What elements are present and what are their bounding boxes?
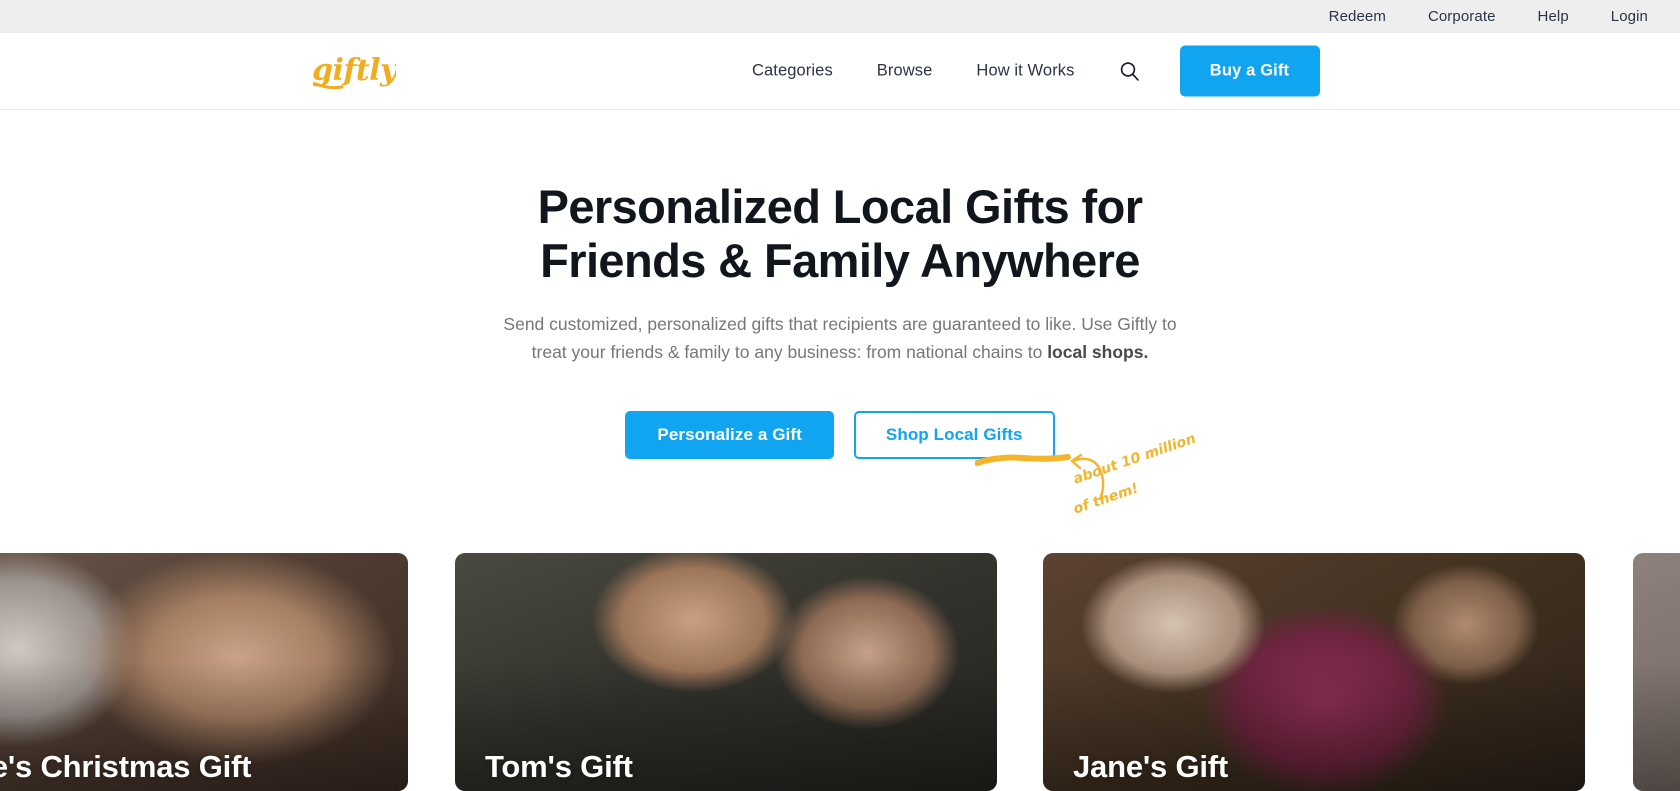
page-title: Personalized Local Gifts for Friends & F… — [0, 180, 1680, 287]
gift-card-overlay — [1633, 553, 1680, 791]
topbar-link-group: Redeem Corporate Help Login — [1329, 8, 1648, 25]
topbar-link-corporate[interactable]: Corporate — [1428, 8, 1496, 25]
hero-title-line-2: Friends & Family Anywhere — [540, 233, 1140, 287]
giftly-logo-icon: giftly — [312, 53, 401, 90]
gift-card-janes-christmas-gift[interactable]: Jane's Christmas Gift — [0, 553, 408, 791]
gift-card-label: Jane's Christmas Gift — [0, 749, 252, 784]
top-utility-bar: Redeem Corporate Help Login — [0, 0, 1680, 33]
main-navigation: Categories Browse How it Works Buy a Gif… — [752, 45, 1320, 97]
topbar-link-login[interactable]: Login — [1611, 8, 1648, 25]
personalize-a-gift-button[interactable]: Personalize a Gift — [625, 411, 834, 460]
search-icon — [1120, 62, 1139, 81]
hero-subtitle: Send customized, personalized gifts that… — [500, 311, 1180, 366]
gift-card-janes-gift[interactable]: Jane's Gift — [1043, 553, 1585, 791]
nav-link-how-it-works[interactable]: How it Works — [976, 62, 1074, 81]
giftly-logo[interactable]: giftly — [310, 51, 401, 91]
buy-a-gift-button[interactable]: Buy a Gift — [1179, 45, 1320, 97]
svg-text:giftly: giftly — [312, 53, 396, 88]
gift-card-label: Tom's Gift — [485, 749, 633, 784]
nav-link-browse[interactable]: Browse — [877, 62, 933, 81]
nav-link-categories[interactable]: Categories — [752, 62, 833, 81]
site-header: giftly Categories Browse How it Works Bu… — [0, 33, 1680, 110]
gift-card-partial[interactable] — [1633, 553, 1680, 791]
gift-card-carousel: Jane's Christmas Gift Tom's Gift Jane's … — [0, 553, 1680, 791]
hero-section: Personalized Local Gifts for Friends & F… — [0, 110, 1680, 518]
hero-cta-group: Personalize a Gift Shop Local Gifts — [0, 411, 1680, 460]
hero-subtitle-highlight: local shops. — [1047, 341, 1149, 362]
gift-card-toms-gift[interactable]: Tom's Gift — [455, 553, 997, 791]
hero-title-line-1: Personalized Local Gifts for — [537, 180, 1143, 233]
hero-annotation-line-2: of them! — [1071, 480, 1141, 518]
topbar-link-redeem[interactable]: Redeem — [1329, 8, 1386, 25]
gift-card-label: Jane's Gift — [1073, 749, 1229, 784]
shop-local-gifts-button[interactable]: Shop Local Gifts — [853, 411, 1055, 460]
search-button[interactable] — [1119, 61, 1140, 82]
topbar-link-help[interactable]: Help — [1538, 8, 1569, 25]
